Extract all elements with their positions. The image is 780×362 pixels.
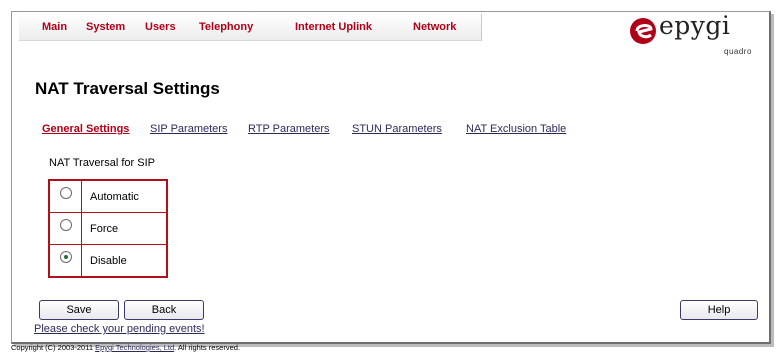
copyright-suffix: . All rights reserved. (174, 343, 241, 352)
copyright-prefix: Copyright (C) 2003-2011 (11, 343, 96, 352)
copyright-text: Copyright (C) 2003-2011 Epygi Technologi… (11, 343, 240, 352)
option-row-force: Force (48, 212, 168, 245)
option-label-force: Force (81, 212, 168, 245)
section-label: NAT Traversal for SIP (49, 157, 155, 169)
radio-automatic[interactable] (59, 187, 72, 199)
top-navigation: Main System Users Telephony Internet Upl… (19, 14, 482, 41)
main-frame (11, 11, 771, 344)
help-button[interactable]: Help (680, 300, 758, 320)
nav-main[interactable]: Main (42, 21, 67, 33)
nav-network[interactable]: Network (413, 21, 456, 33)
back-button[interactable]: Back (124, 300, 204, 320)
nav-system[interactable]: System (86, 21, 125, 33)
nav-users[interactable]: Users (145, 21, 176, 33)
option-row-disable: Disable (48, 244, 168, 278)
tab-nat-exclusion-table[interactable]: NAT Exclusion Table (466, 123, 566, 135)
radio-disable[interactable] (59, 251, 72, 263)
tab-general-settings[interactable]: General Settings (42, 123, 129, 135)
option-row-automatic: Automatic (48, 179, 168, 213)
logo-brand-text: epygi (659, 11, 731, 40)
epygi-logo: epygi quadro (619, 11, 759, 58)
nav-telephony[interactable]: Telephony (199, 21, 253, 33)
tab-sip-parameters[interactable]: SIP Parameters (150, 123, 227, 135)
nat-options-table: Automatic Force Disable (48, 179, 168, 278)
option-label-disable: Disable (81, 244, 168, 278)
nav-internet-uplink[interactable]: Internet Uplink (295, 21, 372, 33)
page-title: NAT Traversal Settings (35, 79, 220, 98)
logo-sub-text: quadro (724, 47, 752, 56)
tab-rtp-parameters[interactable]: RTP Parameters (248, 123, 330, 135)
save-button[interactable]: Save (39, 300, 119, 320)
option-label-automatic: Automatic (81, 179, 168, 213)
pending-events-link[interactable]: Please check your pending events! (34, 323, 205, 335)
epygi-technologies-link[interactable]: Epygi Technologies, Ltd (95, 343, 174, 352)
radio-force[interactable] (59, 219, 72, 231)
tab-stun-parameters[interactable]: STUN Parameters (352, 123, 442, 135)
